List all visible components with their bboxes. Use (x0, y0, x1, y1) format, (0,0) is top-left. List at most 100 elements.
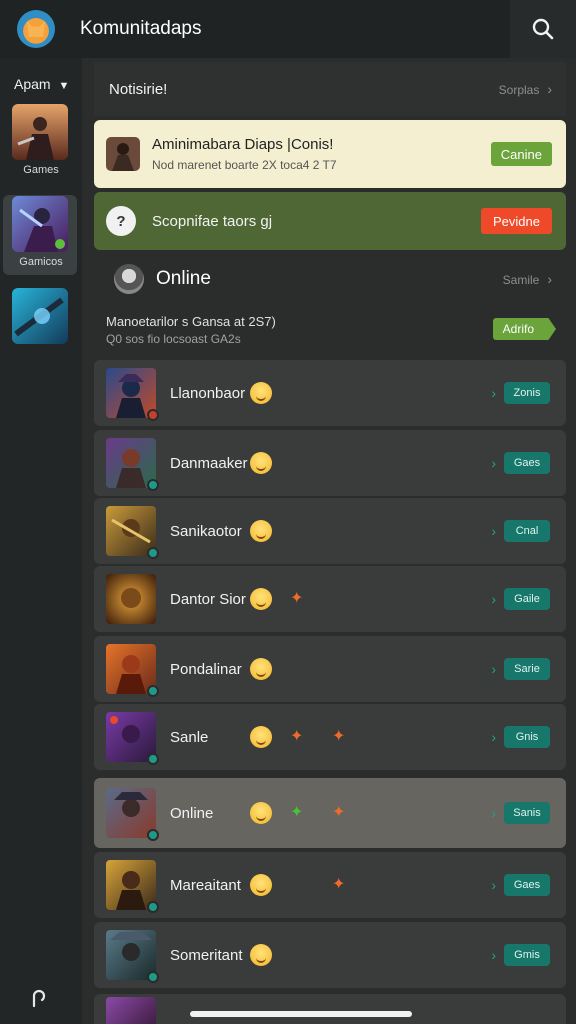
online-see-all-link[interactable]: Samile › (503, 271, 552, 287)
promo-line-2: Q0 sos fio locsoast GA2s (106, 332, 241, 346)
row-action-button[interactable]: Sanis (504, 802, 550, 824)
chevron-right-icon: › (491, 385, 496, 401)
status-badge (147, 479, 159, 491)
online-promo: Manoetarilor s Gansa at 2S7) Q0 sos fio … (94, 306, 566, 356)
avatar (106, 368, 159, 421)
rail-game-3[interactable] (12, 288, 68, 344)
status-badge (147, 901, 159, 913)
row-name: Sanikaotor (170, 522, 242, 540)
avatar (106, 712, 159, 765)
swirl-icon[interactable] (26, 986, 50, 1010)
list-item[interactable]: Llanonbaor › Zonis (94, 360, 566, 426)
notifications-link-label: Sorplas (498, 83, 540, 97)
flame-icon: ✦ (332, 728, 346, 745)
avatar (106, 930, 159, 983)
featured-thumb (106, 137, 140, 171)
rail-header-label: Apam (14, 76, 51, 92)
question-icon: ? (106, 206, 136, 236)
app-title: Komunitadaps (80, 18, 202, 39)
notifications-title: Notisirie! (109, 80, 168, 98)
row-action-button[interactable]: Gnis (504, 726, 550, 748)
row-action-button[interactable]: Cnal (504, 520, 550, 542)
chevron-right-icon: › (491, 523, 496, 539)
status-badge (147, 547, 159, 559)
row-action-button[interactable]: Gaile (504, 588, 550, 610)
top-app-bar: Komunitadaps (0, 0, 576, 58)
status-badge (147, 753, 159, 765)
rail-game-1[interactable] (12, 104, 68, 160)
list-item[interactable]: Someritant › Gmis (94, 922, 566, 988)
avatar (106, 438, 159, 491)
rail-label-gamicos: Gamicos (19, 256, 63, 268)
chevron-right-icon: › (491, 729, 496, 745)
status-badge (147, 685, 159, 697)
featured-action-button[interactable]: Canine (490, 142, 552, 166)
smile-emoji-icon (250, 588, 272, 610)
home-indicator[interactable] (190, 1011, 412, 1017)
main-content: Notisirie! Sorplas › Aminimabara Diaps |C… (82, 58, 576, 1024)
smile-emoji-icon (250, 520, 272, 542)
flame-icon: ✦ (332, 804, 346, 821)
rail-header[interactable]: Apam ▼ (14, 76, 69, 92)
avatar (106, 788, 159, 841)
chevron-right-icon: › (491, 805, 496, 821)
flame-icon: ✦ (290, 728, 304, 745)
prompt-text: Scopnifae taors gj (152, 212, 273, 230)
row-action-button[interactable]: Gmis (504, 944, 550, 966)
row-name: Online (170, 804, 214, 822)
chevron-down-icon: ▼ (58, 80, 70, 92)
smile-emoji-icon (250, 382, 272, 404)
featured-notification-card[interactable]: Aminimabara Diaps |Conis! Nod marenet bo… (94, 120, 566, 188)
smile-emoji-icon (250, 874, 272, 896)
flame-icon: ✦ (332, 876, 346, 893)
row-name: Someritant (170, 946, 243, 964)
rail-label-games: Games (23, 164, 59, 176)
game-art-2 (12, 196, 68, 252)
online-link-label: Samile (502, 273, 540, 287)
game-art-1 (12, 104, 68, 160)
row-action-button[interactable]: Zonis (504, 382, 550, 404)
row-name: Dantor Sior (170, 590, 246, 608)
list-item[interactable]: Danmaaker › Gaes (94, 430, 566, 496)
row-action-button[interactable]: Gaes (504, 452, 550, 474)
prompt-action-button[interactable]: Pevidne (481, 208, 552, 234)
left-rail: Apam ▼ Games Gamicos (0, 58, 82, 1024)
list-item[interactable]: Sanikaotor › Cnal (94, 498, 566, 564)
prompt-notification-card[interactable]: ? Scopnifae taors gj Pevidne (94, 192, 566, 250)
chevron-right-icon: › (491, 455, 496, 471)
notifications-see-all-link[interactable]: Sorplas › (499, 81, 552, 97)
row-name: Sanle (170, 728, 209, 746)
smile-emoji-icon (250, 658, 272, 680)
chevron-right-icon: › (547, 271, 552, 287)
list-item[interactable]: Pondalinar › Sarie (94, 636, 566, 702)
featured-subtitle: Nod marenet boarte 2X toca4 2 T7 (152, 158, 337, 172)
row-action-button[interactable]: Sarie (504, 658, 550, 680)
chevron-right-icon: › (491, 661, 496, 677)
smile-emoji-icon (250, 944, 272, 966)
avatar (106, 997, 156, 1024)
rail-game-2[interactable] (12, 196, 68, 252)
search-button[interactable] (510, 0, 576, 58)
list-item-partial[interactable] (94, 994, 566, 1024)
list-item-selected[interactable]: Online ✦ ✦ › Sanis (94, 778, 566, 848)
promo-action-button[interactable]: Adrifo (492, 318, 556, 340)
fox-logo-icon[interactable] (17, 10, 55, 48)
list-item[interactable]: Sanle ✦ ✦ › Gnis (94, 704, 566, 770)
status-badge (147, 971, 159, 983)
featured-title: Aminimabara Diaps |Conis! (152, 136, 334, 153)
online-title: Online (156, 268, 211, 289)
list-item[interactable]: Mareaitant ✦ › Gaes (94, 852, 566, 918)
list-item[interactable]: Dantor Sior ✦ › Gaile (94, 566, 566, 632)
game-art-3 (12, 288, 68, 344)
row-name: Danmaaker (170, 454, 248, 472)
online-header: Online Samile › (94, 252, 566, 306)
row-name: Mareaitant (170, 876, 241, 894)
avatar (106, 574, 156, 624)
notifications-header: Notisirie! Sorplas › (94, 62, 566, 116)
row-name: Llanonbaor (170, 384, 246, 402)
row-action-button[interactable]: Gaes (504, 874, 550, 896)
avatar (106, 644, 159, 697)
chevron-right-icon: › (547, 81, 552, 97)
search-icon (532, 18, 554, 40)
flame-icon: ✦ (290, 590, 304, 607)
